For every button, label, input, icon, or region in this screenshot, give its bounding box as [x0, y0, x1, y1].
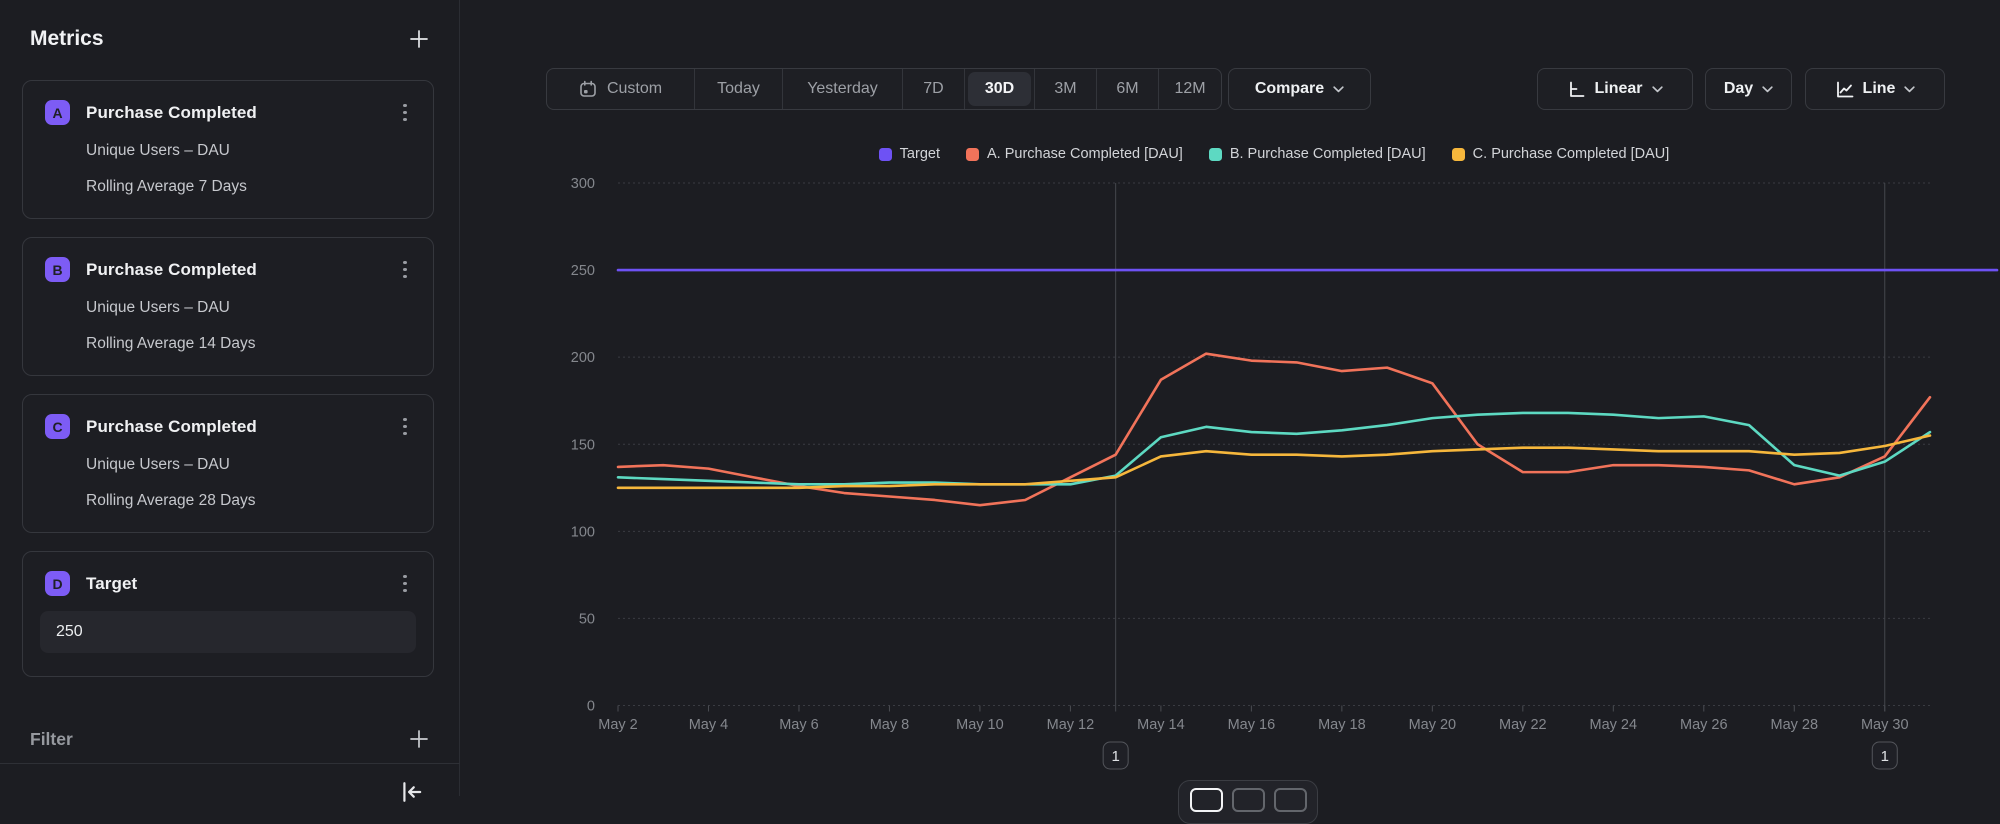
chart-type-button[interactable]: Line	[1805, 68, 1945, 110]
metric-title: Purchase Completed	[86, 103, 398, 123]
chevron-down-icon	[1652, 86, 1663, 93]
line-chart[interactable]: 0 50 100 150 200 250 300 May 2 May 4 May 6 May 8 Ma…	[460, 130, 2000, 796]
filter-label: Filter	[30, 729, 73, 750]
range-option-12m[interactable]: 12M	[1159, 69, 1221, 109]
x-axis-label: May 20	[1409, 717, 1457, 733]
series-line-3[interactable]	[618, 436, 1930, 488]
view-option-2-icon[interactable]	[1232, 788, 1265, 812]
x-axis-label: May 30	[1861, 717, 1909, 733]
range-option-today[interactable]: Today	[695, 69, 783, 109]
kebab-menu-icon[interactable]	[398, 102, 412, 124]
metric-card[interactable]: C Purchase Completed Unique Users – DAU …	[22, 394, 434, 533]
view-switcher	[1178, 780, 1318, 824]
plus-icon	[408, 728, 430, 750]
y-axis-label: 200	[571, 350, 595, 366]
y-axis-label: 50	[579, 611, 595, 627]
interval-label: Day	[1724, 80, 1753, 98]
kebab-menu-icon[interactable]	[398, 573, 412, 595]
chevron-down-icon	[1904, 86, 1915, 93]
x-axis-label: May 24	[1590, 717, 1638, 733]
metric-rolling-average: Rolling Average 7 Days	[86, 177, 412, 197]
y-axis-label: 100	[571, 524, 595, 540]
date-range-segmented-control: CustomTodayYesterday7D30D3M6M12M	[546, 68, 1222, 110]
line-chart-icon	[1835, 81, 1854, 98]
filter-section: Filter	[30, 726, 432, 752]
metric-title: Purchase Completed	[86, 417, 398, 437]
series-line-1[interactable]	[618, 354, 1930, 506]
collapse-left-icon	[398, 778, 426, 806]
collapse-sidebar-button[interactable]	[398, 778, 426, 806]
range-option-6m[interactable]: 6M	[1097, 69, 1159, 109]
x-axis-label: May 16	[1228, 717, 1276, 733]
plus-icon	[408, 28, 430, 50]
y-axis-label: 250	[571, 263, 595, 279]
x-axis-label: May 10	[956, 717, 1004, 733]
sidebar-title: Metrics	[30, 27, 104, 51]
scale-button[interactable]: Linear	[1537, 68, 1693, 110]
series-line-2[interactable]	[618, 413, 1930, 484]
view-option-3-icon[interactable]	[1274, 788, 1307, 812]
sidebar-header: Metrics	[30, 26, 432, 52]
annotation-chip-label: 1	[1111, 748, 1119, 765]
metric-measure: Unique Users – DAU	[86, 141, 412, 161]
chart-type-label: Line	[1863, 80, 1896, 98]
x-axis-label: May 8	[870, 717, 910, 733]
x-axis-label: May 18	[1318, 717, 1366, 733]
metric-badge: D	[45, 571, 70, 596]
x-axis-label: May 14	[1137, 717, 1185, 733]
axis-linear-icon	[1567, 81, 1585, 98]
range-option-yesterday[interactable]: Yesterday	[783, 69, 903, 109]
metric-rolling-average: Rolling Average 28 Days	[86, 491, 412, 511]
range-option-3m[interactable]: 3M	[1035, 69, 1097, 109]
x-axis-label: May 6	[779, 717, 819, 733]
chevron-down-icon	[1333, 86, 1344, 93]
metric-title: Target	[86, 574, 398, 594]
metric-badge: A	[45, 100, 70, 125]
sidebar-divider	[0, 763, 460, 764]
metric-measure: Unique Users – DAU	[86, 298, 412, 318]
target-card[interactable]: D Target	[22, 551, 434, 677]
x-axis-label: May 28	[1770, 717, 1818, 733]
metric-badge: C	[45, 414, 70, 439]
metric-rolling-average: Rolling Average 14 Days	[86, 334, 412, 354]
add-metric-button[interactable]	[406, 26, 432, 52]
y-axis-label: 0	[587, 699, 595, 715]
kebab-menu-icon[interactable]	[398, 416, 412, 438]
compare-button[interactable]: Compare	[1228, 68, 1371, 110]
kebab-menu-icon[interactable]	[398, 259, 412, 281]
x-axis-label: May 4	[689, 717, 729, 733]
x-axis-label: May 12	[1047, 717, 1095, 733]
metric-card-list: A Purchase Completed Unique Users – DAU …	[22, 80, 434, 677]
add-filter-button[interactable]	[406, 726, 432, 752]
x-axis-label: May 22	[1499, 717, 1547, 733]
chevron-down-icon	[1762, 86, 1773, 93]
scale-label: Linear	[1594, 80, 1642, 98]
target-value-input[interactable]	[40, 611, 416, 653]
metric-card[interactable]: B Purchase Completed Unique Users – DAU …	[22, 237, 434, 376]
range-option-custom[interactable]: Custom	[547, 69, 695, 109]
x-axis-label: May 2	[598, 717, 638, 733]
y-axis-label: 300	[571, 176, 595, 192]
y-axis-label: 150	[571, 437, 595, 453]
annotation-chip-label: 1	[1881, 748, 1889, 765]
annotation-chip[interactable]: 1	[1872, 742, 1897, 769]
metrics-sidebar: Metrics A Purchase Completed Unique User…	[0, 0, 460, 796]
interval-button[interactable]: Day	[1705, 68, 1792, 110]
range-option-7d[interactable]: 7D	[903, 69, 965, 109]
calendar-icon	[579, 80, 597, 98]
metric-title: Purchase Completed	[86, 260, 398, 280]
annotation-chip[interactable]: 1	[1103, 742, 1128, 769]
compare-label: Compare	[1255, 80, 1324, 98]
view-option-1-icon[interactable]	[1190, 788, 1223, 812]
metric-card[interactable]: A Purchase Completed Unique Users – DAU …	[22, 80, 434, 219]
metric-measure: Unique Users – DAU	[86, 455, 412, 475]
range-option-30d[interactable]: 30D	[965, 69, 1035, 109]
metric-badge: B	[45, 257, 70, 282]
x-axis-label: May 26	[1680, 717, 1728, 733]
